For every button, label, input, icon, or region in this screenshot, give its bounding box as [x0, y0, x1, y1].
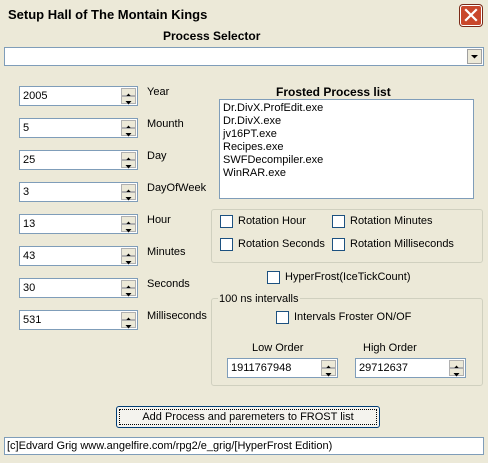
list-item[interactable]: Dr.DivX.ProfEdit.exe [223, 102, 323, 114]
low-order-spin-field[interactable]: 1911767948 [227, 358, 338, 378]
frosted-process-list[interactable]: Dr.DivX.ProfEdit.exe Dr.DivX.exe jv16PT.… [219, 99, 474, 199]
rotation-hour-checkbox[interactable] [220, 215, 233, 228]
rotation-milliseconds-label: Rotation Milliseconds [350, 238, 454, 250]
hour-spin-field[interactable]: 13 [19, 214, 138, 234]
seconds-spin-field[interactable]: 30 [19, 278, 138, 298]
frosted-list-label: Frosted Process list [276, 85, 391, 99]
year-down-button[interactable] [121, 96, 136, 105]
high-order-spin-field[interactable]: 29712637 [355, 358, 466, 378]
mounth-spin-field[interactable]: 5 [19, 118, 138, 138]
hour-down-button[interactable] [121, 224, 136, 233]
milliseconds-spin-field[interactable]: 531 [19, 310, 138, 330]
day-up-button[interactable] [121, 152, 136, 161]
list-item[interactable]: jv16PT.exe [223, 128, 277, 140]
arrow-down-icon [125, 101, 132, 105]
arrow-down-icon [125, 261, 132, 265]
arrow-down-icon [125, 229, 132, 233]
status-text: [c]Edvard Grig www.angelfire.com/rpg2/e_… [7, 440, 333, 452]
arrow-down-icon [125, 293, 132, 297]
minutes-down-button[interactable] [121, 256, 136, 265]
low-order-up-button[interactable] [321, 360, 336, 369]
list-item[interactable]: Dr.DivX.exe [223, 115, 281, 127]
mounth-label: Mounth [147, 118, 184, 130]
seconds-up-button[interactable] [121, 280, 136, 289]
rotation-minutes-label: Rotation Minutes [350, 215, 433, 227]
high-order-up-button[interactable] [449, 360, 464, 369]
mounth-down-button[interactable] [121, 128, 136, 137]
minutes-label: Minutes [147, 246, 186, 258]
process-selector-label: Process Selector [163, 29, 261, 43]
rotation-hour-label: Rotation Hour [238, 215, 306, 227]
high-order-value: 29712637 [359, 362, 408, 374]
status-bar: [c]Edvard Grig www.angelfire.com/rpg2/e_… [4, 437, 484, 455]
milliseconds-down-button[interactable] [121, 320, 136, 329]
hyperfrost-checkbox[interactable] [267, 271, 280, 284]
day-spin-field[interactable]: 25 [19, 150, 138, 170]
high-order-label: High Order [363, 342, 417, 354]
intervals-froster-checkbox[interactable] [276, 311, 289, 324]
dayofweek-value: 3 [23, 186, 30, 198]
arrow-down-icon [125, 165, 132, 169]
rotation-minutes-checkbox[interactable] [332, 215, 345, 228]
hour-up-button[interactable] [121, 216, 136, 225]
year-value: 2005 [23, 90, 48, 102]
list-item[interactable]: SWFDecompiler.exe [223, 154, 323, 166]
window-title: Setup Hall of The Montain Kings [8, 7, 208, 22]
arrow-down-icon [125, 325, 132, 329]
low-order-label: Low Order [252, 342, 304, 354]
dayofweek-label: DayOfWeek [147, 182, 207, 194]
arrow-down-icon [125, 197, 132, 201]
hyperfrost-label: HyperFrost(IceTickCount) [285, 271, 411, 283]
list-item[interactable]: WinRAR.exe [223, 167, 286, 179]
add-process-button[interactable]: Add Process and paremeters to FROST list [116, 406, 380, 428]
intervals-group-label: 100 ns intervalls [218, 293, 300, 305]
rotation-milliseconds-checkbox[interactable] [332, 238, 345, 251]
year-label: Year [147, 86, 170, 98]
chevron-down-icon [471, 55, 478, 59]
year-spin-field[interactable]: 2005 [19, 86, 138, 106]
milliseconds-value: 531 [23, 314, 42, 326]
minutes-spin-field[interactable]: 43 [19, 246, 138, 266]
seconds-value: 30 [23, 282, 36, 294]
hour-label: Hour [147, 214, 171, 226]
day-label: Day [147, 150, 167, 162]
milliseconds-up-button[interactable] [121, 312, 136, 321]
dayofweek-spin-field[interactable]: 3 [19, 182, 138, 202]
arrow-down-icon [453, 373, 460, 377]
day-value: 25 [23, 154, 36, 166]
arrow-down-icon [125, 133, 132, 137]
low-order-down-button[interactable] [321, 368, 336, 377]
dropdown-arrow-button[interactable] [467, 49, 482, 64]
high-order-down-button[interactable] [449, 368, 464, 377]
minutes-value: 43 [23, 250, 36, 262]
minutes-up-button[interactable] [121, 248, 136, 257]
dayofweek-up-button[interactable] [121, 184, 136, 193]
seconds-down-button[interactable] [121, 288, 136, 297]
milliseconds-label: Milliseconds [147, 310, 207, 322]
close-button[interactable] [460, 5, 482, 26]
seconds-label: Seconds [147, 278, 190, 290]
list-item[interactable]: Recipes.exe [223, 141, 284, 153]
intervals-froster-label: Intervals Froster ON/OF [294, 311, 412, 323]
rotation-seconds-label: Rotation Seconds [238, 238, 325, 250]
process-selector-dropdown[interactable] [4, 47, 484, 66]
arrow-down-icon [325, 373, 332, 377]
dayofweek-down-button[interactable] [121, 192, 136, 201]
rotation-seconds-checkbox[interactable] [220, 238, 233, 251]
mounth-value: 5 [23, 122, 30, 134]
hour-value: 13 [23, 218, 36, 230]
year-up-button[interactable] [121, 88, 136, 97]
close-icon [464, 8, 478, 22]
low-order-value: 1911767948 [231, 362, 292, 374]
mounth-up-button[interactable] [121, 120, 136, 129]
day-down-button[interactable] [121, 160, 136, 169]
